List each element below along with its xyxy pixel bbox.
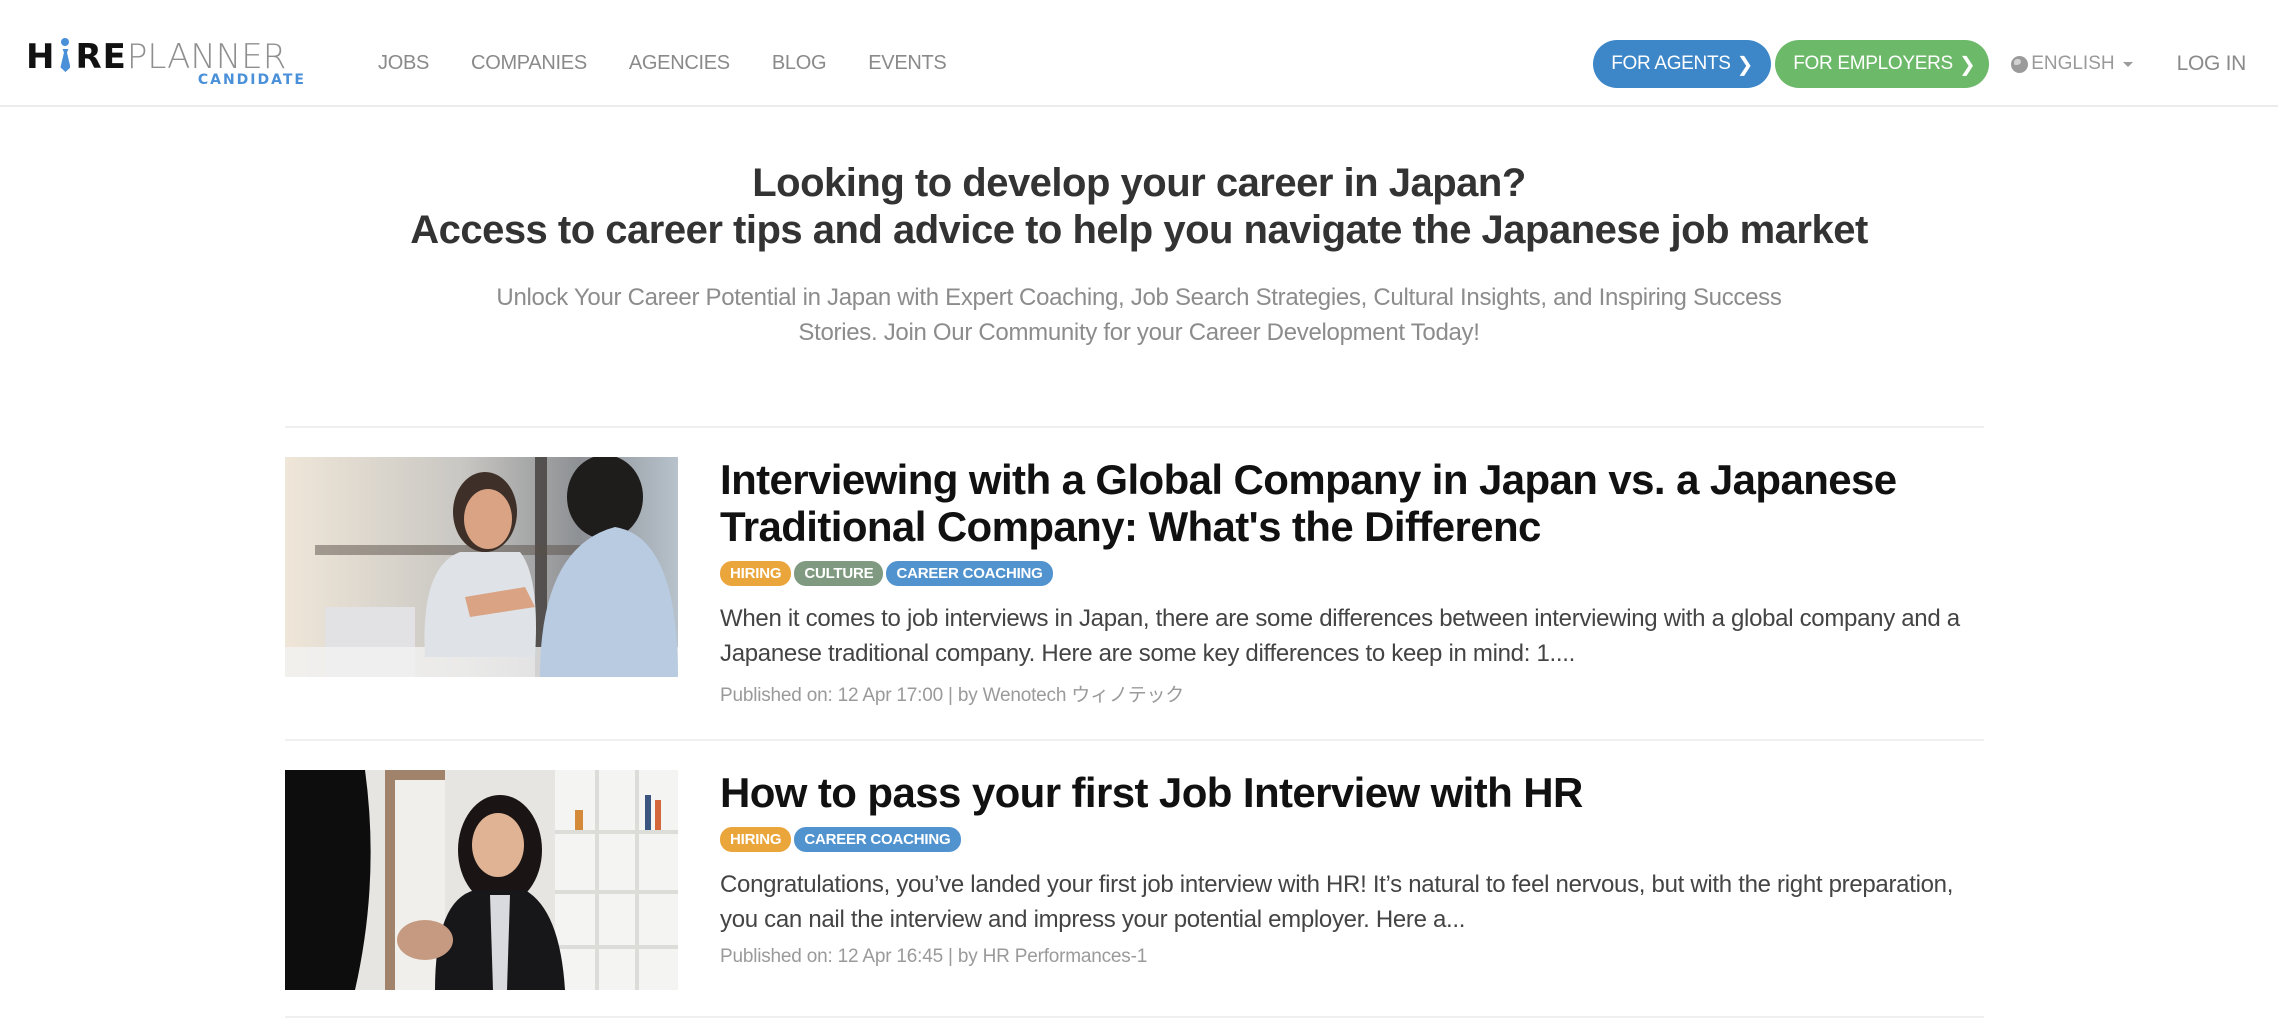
chevron-right-icon: ❯ [1958,52,1976,76]
article-thumbnail[interactable] [285,457,678,677]
for-employers-button[interactable]: FOR EMPLOYERS ❯ [1775,40,1990,88]
for-agents-label: FOR AGENTS [1611,53,1731,74]
hero-subtitle: Unlock Your Career Potential in Japan wi… [496,284,1782,346]
article-meta: Published on: 12 Apr 17:00 | by Wenotech… [720,685,1185,706]
main-nav: JOBS COMPANIES AGENCIES BLOG EVENTS [378,47,988,79]
header-actions: FOR AGENTS ❯ FOR EMPLOYERS ❯ ENGLISH LOG… [1593,40,2278,88]
language-dropdown[interactable]: ENGLISH [2011,53,2133,75]
nav-blog[interactable]: BLOG [772,47,827,79]
article-list: Interviewing with a Global Company in Ja… [285,426,1984,1018]
caret-down-icon [2122,61,2133,67]
article-meta: Published on: 12 Apr 16:45 | by HR Perfo… [720,946,1148,967]
chevron-right-icon: ❯ [1736,52,1754,76]
article-item: How to pass your first Job Interview wit… [285,739,1984,1018]
nav-jobs[interactable]: JOBS [378,47,429,79]
hero-title-line1: Looking to develop your career in Japan? [752,161,1526,205]
article-item: Interviewing with a Global Company in Ja… [285,426,1984,739]
tag-culture[interactable]: CULTURE [794,561,884,586]
article-body: How to pass your first Job Interview wit… [720,769,1984,968]
article-title[interactable]: Interviewing with a Global Company in Ja… [720,456,1984,550]
globe-icon [2011,55,2029,73]
for-agents-button[interactable]: FOR AGENTS ❯ [1593,40,1772,88]
article-excerpt: When it comes to job interviews in Japan… [720,605,1960,667]
hireplanner-logo[interactable]: H REPLANNER CANDIDATE [26,36,306,90]
nav-events[interactable]: EVENTS [868,47,947,79]
article-title[interactable]: How to pass your first Job Interview wit… [720,769,1984,816]
article-thumbnail[interactable] [285,770,678,990]
tie-icon [57,38,73,72]
nav-companies[interactable]: COMPANIES [471,47,587,79]
tag-hiring[interactable]: HIRING [720,561,792,586]
tag-career-coaching[interactable]: CAREER COACHING [886,561,1053,586]
for-employers-label: FOR EMPLOYERS [1793,53,1953,74]
logo-wordmark: H REPLANNER [26,36,286,77]
hero-title-line2: Access to career tips and advice to help… [410,208,1868,252]
article-tags: HIRING CAREER COACHING [720,827,1984,852]
hero-section: Looking to develop your career in Japan?… [0,160,2278,350]
logo-h: H [26,37,56,77]
logo-subtitle: CANDIDATE [197,72,306,88]
login-link[interactable]: LOG IN [2177,52,2247,76]
logo-planner: PLANNER [126,37,287,77]
site-header: H REPLANNER CANDIDATE JOBS COMPANIES AGEN… [0,0,2278,107]
article-excerpt: Congratulations, you’ve landed your firs… [720,871,1954,933]
language-label: ENGLISH [2031,53,2115,74]
tag-career-coaching[interactable]: CAREER COACHING [794,827,961,852]
tag-hiring[interactable]: HIRING [720,827,792,852]
hero-title: Looking to develop your career in Japan?… [0,160,2278,254]
nav-agencies[interactable]: AGENCIES [629,47,730,79]
article-tags: HIRING CULTURE CAREER COACHING [720,561,1984,586]
article-body: Interviewing with a Global Company in Ja… [720,456,1984,707]
logo-re: RE [75,37,127,77]
